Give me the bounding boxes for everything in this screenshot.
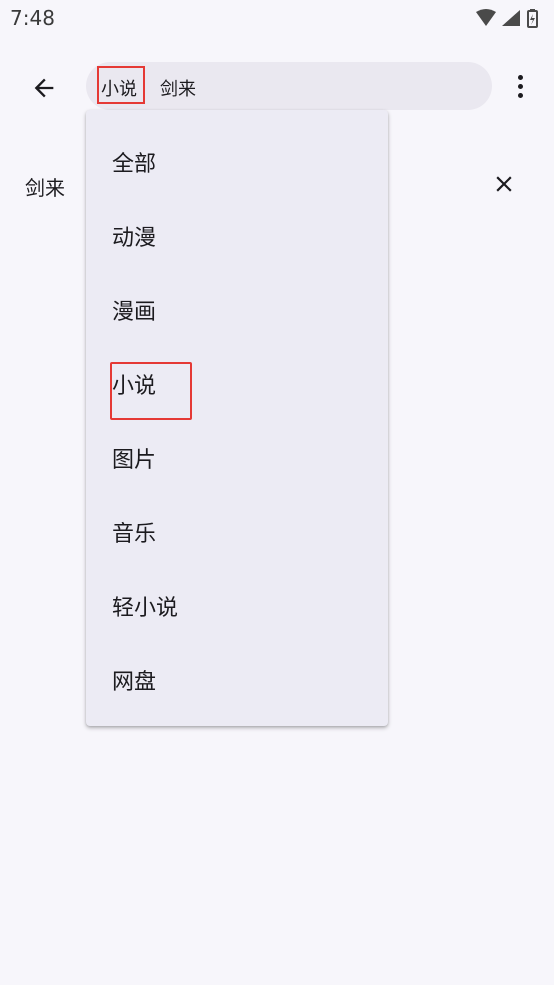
arrow-back-icon <box>34 78 54 98</box>
wifi-icon <box>476 9 496 26</box>
status-time: 7:48 <box>10 6 55 30</box>
menu-item-label: 全部 <box>112 152 157 177</box>
menu-item-image[interactable]: 图片 <box>86 426 388 486</box>
status-icons <box>474 8 544 28</box>
menu-item-label: 网盘 <box>112 670 157 695</box>
back-button[interactable] <box>22 66 66 110</box>
search-history-item[interactable]: 剑来 <box>25 172 65 201</box>
battery-icon <box>527 9 538 28</box>
close-icon <box>496 176 512 192</box>
more-options-button[interactable] <box>506 66 534 106</box>
menu-item-label: 漫画 <box>112 300 157 325</box>
menu-item-label: 音乐 <box>112 522 157 547</box>
menu-item-all[interactable]: 全部 <box>86 130 388 190</box>
menu-item-music[interactable]: 音乐 <box>86 500 388 560</box>
menu-item-label: 图片 <box>112 448 157 473</box>
menu-item-netdisk[interactable]: 网盘 <box>86 648 388 708</box>
menu-item-anime[interactable]: 动漫 <box>86 204 388 264</box>
search-bar[interactable] <box>86 62 492 110</box>
selected-item-highlight <box>110 362 192 420</box>
menu-item-comic[interactable]: 漫画 <box>86 278 388 338</box>
signal-icon <box>502 10 520 26</box>
category-selector-label: 小说 <box>101 79 137 100</box>
search-input[interactable]: 剑来 <box>160 75 196 101</box>
more-vert-icon <box>517 74 523 80</box>
menu-item-light-novel[interactable]: 轻小说 <box>86 574 388 634</box>
menu-item-label: 动漫 <box>112 226 157 251</box>
clear-history-button[interactable] <box>486 166 522 202</box>
status-bar: 7:48 <box>0 0 554 40</box>
menu-item-label: 轻小说 <box>112 596 179 621</box>
